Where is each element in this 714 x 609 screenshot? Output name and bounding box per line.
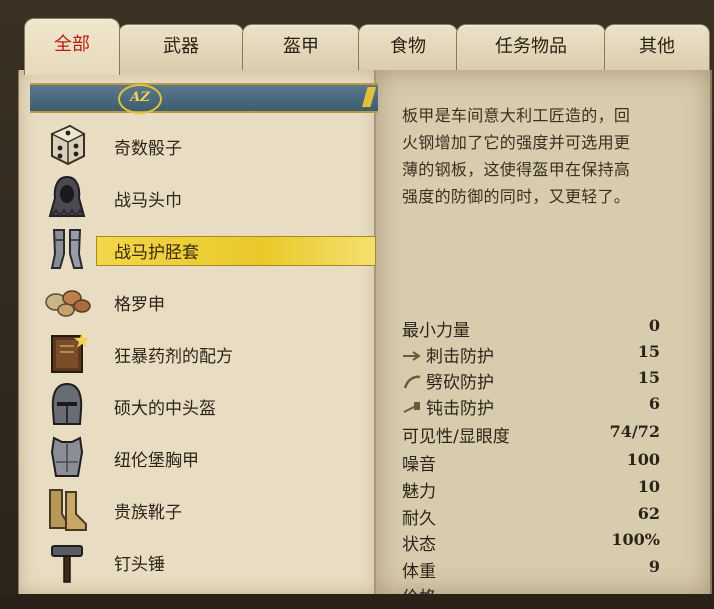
stab-icon	[403, 351, 421, 361]
item-label: 纽伦堡胸甲	[114, 451, 199, 471]
item-label: 战马护胫套	[114, 243, 199, 263]
list-item[interactable]: 奇数骰子	[36, 120, 376, 172]
stat-value: 62	[637, 504, 660, 523]
stat-value: 100%	[611, 530, 660, 549]
stat-name: 噪音	[402, 455, 436, 475]
stat-name: 体重	[402, 562, 436, 582]
tab-quest-items[interactable]: 任务物品	[456, 24, 606, 73]
stat-name: 魅力	[402, 482, 436, 502]
stat-row: 价格	[402, 583, 660, 609]
recipe-book-icon	[51, 332, 90, 373]
stat-name: 刺击防护	[402, 342, 494, 367]
list-item[interactable]: 战马头巾	[36, 172, 376, 224]
list-item[interactable]: 贵族靴子	[36, 484, 376, 536]
item-label: 硕大的中头盔	[114, 399, 216, 419]
item-label: 狂暴药剂的配方	[114, 347, 233, 367]
tab-other[interactable]: 其他	[604, 24, 710, 73]
tab-weapons[interactable]: 武器	[118, 24, 244, 73]
stat-row: 耐久 62	[402, 504, 660, 530]
coins-icon	[45, 290, 91, 317]
item-label: 奇数骰子	[114, 139, 182, 159]
item-label: 格罗申	[114, 295, 165, 315]
stat-value: 15	[637, 342, 660, 361]
tab-all[interactable]: 全部	[24, 18, 120, 75]
helmet-icon	[51, 382, 83, 425]
greaves-icon	[50, 229, 84, 269]
stat-label: 刺击防护	[426, 347, 494, 367]
dice-icon	[50, 124, 86, 166]
list-item-selected[interactable]: 战马护胫套	[36, 224, 376, 276]
stat-row: 钝击防护 6	[402, 394, 660, 420]
item-label: 战马头巾	[114, 191, 182, 211]
boots-icon	[49, 489, 87, 531]
stat-row: 体重 9	[402, 557, 660, 583]
list-item[interactable]: 格罗申	[36, 276, 376, 328]
stat-name: 劈砍防护	[402, 368, 494, 393]
stat-row: 状态 100%	[402, 530, 660, 556]
stat-value: 0	[648, 316, 660, 335]
stat-value: 100	[626, 450, 660, 469]
stat-label: 劈砍防护	[426, 373, 494, 393]
stat-name: 价格	[402, 588, 436, 608]
stat-row: 劈砍防护 15	[402, 368, 660, 394]
hood-icon	[48, 175, 86, 218]
slash-icon	[403, 375, 421, 389]
item-label: 贵族靴子	[114, 503, 182, 523]
stat-value: 10	[637, 477, 660, 496]
list-item[interactable]: 钉头锤	[36, 536, 376, 588]
list-item[interactable]: 纽伦堡胸甲	[36, 432, 376, 484]
tab-armor[interactable]: 盔甲	[242, 24, 360, 73]
tab-food[interactable]: 食物	[358, 24, 458, 73]
stat-name: 耐久	[402, 509, 436, 529]
blunt-icon	[403, 402, 420, 413]
sort-az-button[interactable]: AZ	[118, 84, 162, 114]
list-item[interactable]: 狂暴药剂的配方	[36, 328, 376, 380]
breastplate-icon	[50, 436, 84, 477]
stat-name: 状态	[402, 535, 436, 555]
stat-row: 最小力量 0	[402, 316, 660, 342]
stat-row: 刺击防护 15	[402, 342, 660, 368]
stat-name: 可见性/显眼度	[402, 427, 510, 447]
sort-bar	[30, 83, 378, 113]
stat-row: 魅力 10	[402, 477, 660, 503]
stat-row: 噪音 100	[402, 450, 660, 476]
stat-value: 15	[637, 368, 660, 387]
list-item[interactable]: 硕大的中头盔	[36, 380, 376, 432]
hammer-icon	[51, 545, 83, 583]
stat-name: 最小力量	[402, 321, 470, 341]
item-description: 板甲是车间意大利工匠造的，回火钢增加了它的强度并可选用更薄的钢板，这使得盔甲在保…	[402, 106, 631, 206]
category-tabs: 全部 武器 盔甲 食物 任务物品 其他	[18, 18, 714, 75]
item-label: 钉头锤	[114, 555, 165, 575]
stat-label: 钝击防护	[426, 399, 494, 419]
stat-value: 9	[648, 557, 660, 576]
stat-value: 6	[648, 394, 660, 413]
stat-row: 可见性/显眼度 74/72	[402, 422, 660, 448]
stat-value: 74/72	[609, 422, 660, 441]
stat-name: 钝击防护	[402, 394, 494, 419]
